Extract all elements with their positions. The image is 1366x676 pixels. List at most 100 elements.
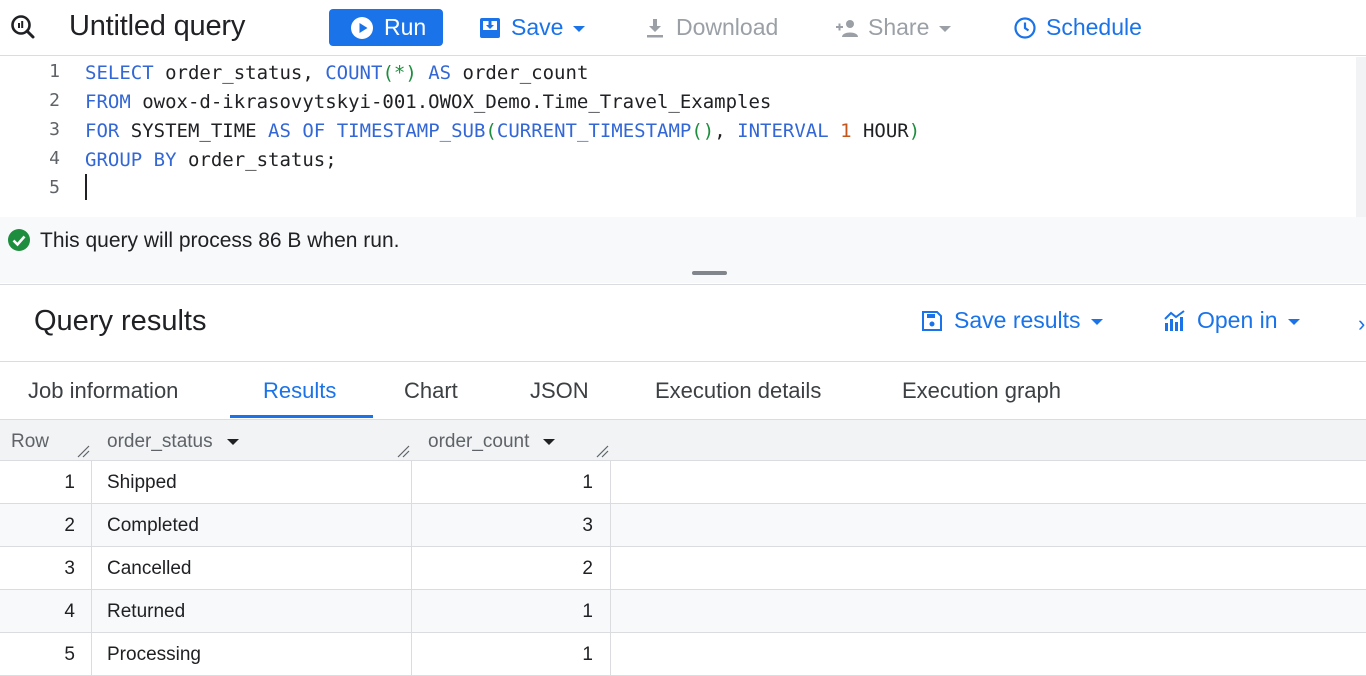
tab-job-information[interactable]: Job information <box>28 378 178 404</box>
bigquery-logo-icon <box>11 15 35 39</box>
save-results-button[interactable]: Save results <box>920 307 1103 334</box>
sort-dropdown-icon[interactable] <box>543 438 556 445</box>
column-resize-icon[interactable] <box>76 444 90 458</box>
results-header: Query results Save results Open in › <box>0 284 1366 362</box>
line-number: 3 <box>49 119 60 140</box>
sql-number: 1 <box>840 120 852 142</box>
cell-order-count: 1 <box>582 601 593 622</box>
sql-editor[interactable]: 1 2 3 4 5 SELECT order_status, COUNT(*) AS o… <box>0 57 1366 217</box>
tab-chart[interactable]: Chart <box>404 378 458 404</box>
sql-text: HOUR <box>851 120 909 142</box>
code-line: FROM owox-d-ikrasovytskyi-001.OWOX_Demo.… <box>85 91 771 113</box>
validation-message: This query will process 86 B when run. <box>40 229 400 252</box>
cell-order-count: 1 <box>582 644 593 665</box>
table-header: Row order_status order_count <box>0 420 1366 461</box>
sort-dropdown-icon[interactable] <box>226 438 239 445</box>
run-button[interactable]: Run <box>329 9 443 46</box>
line-number: 1 <box>49 61 60 82</box>
sql-keyword: AS OF <box>268 120 326 142</box>
line-number: 4 <box>49 148 60 169</box>
chart-icon <box>1164 309 1185 331</box>
row-number: 1 <box>64 472 75 493</box>
results-tabs: Job information Results Chart JSON Execu… <box>0 362 1366 420</box>
save-icon <box>922 310 942 331</box>
column-resize-icon[interactable] <box>396 444 410 458</box>
play-circle-icon <box>351 17 373 39</box>
row-number: 4 <box>64 601 75 622</box>
resize-handle[interactable] <box>692 271 727 275</box>
overflow-chevron-icon[interactable]: › <box>1358 311 1366 336</box>
sql-keyword: INTERVAL <box>737 120 829 142</box>
query-title[interactable]: Untitled query <box>69 10 245 43</box>
cell-order-status: Completed <box>107 515 199 536</box>
table-row: 3 Cancelled 2 <box>0 547 1366 590</box>
save-results-label: Save results <box>954 307 1081 333</box>
share-label: Share <box>868 14 930 40</box>
download-label: Download <box>676 14 779 40</box>
person-add-icon <box>836 19 858 37</box>
row-number: 3 <box>64 558 75 579</box>
results-title: Query results <box>34 305 207 337</box>
chevron-down-icon <box>1090 318 1103 325</box>
sql-text: SYSTEM_TIME <box>119 120 269 142</box>
sql-keyword: SELECT <box>85 62 154 84</box>
line-number: 5 <box>49 177 60 198</box>
column-resize-icon[interactable] <box>595 444 609 458</box>
cell-order-status: Shipped <box>107 472 177 493</box>
header-order-status-label: order_status <box>107 431 213 452</box>
download-icon <box>647 18 663 37</box>
sql-punctuation: ( <box>485 120 497 142</box>
save-label: Save <box>511 14 564 40</box>
sql-keyword: TIMESTAMP_SUB <box>336 120 486 142</box>
tab-execution-details[interactable]: Execution details <box>655 378 821 404</box>
sql-keyword: FOR <box>85 120 120 142</box>
save-button[interactable]: Save <box>478 9 586 46</box>
row-number: 2 <box>64 515 75 536</box>
chevron-down-icon <box>1287 318 1300 325</box>
text-cursor <box>85 174 87 200</box>
sql-keyword: AS <box>428 62 452 84</box>
clock-icon <box>1014 16 1036 39</box>
sql-keyword: FROM <box>85 91 131 113</box>
cell-order-count: 3 <box>582 515 593 536</box>
header-row: Row <box>11 431 50 452</box>
sql-keyword: GROUP BY <box>85 149 177 171</box>
share-button[interactable]: Share <box>835 9 952 46</box>
cell-order-count: 1 <box>582 472 593 493</box>
tab-json[interactable]: JSON <box>530 378 589 404</box>
sql-text: order_status; <box>176 149 337 171</box>
chevron-down-icon <box>573 25 586 32</box>
header-order-count[interactable]: order_count <box>428 431 556 453</box>
schedule-button[interactable]: Schedule <box>1013 9 1142 46</box>
tab-execution-graph[interactable]: Execution graph <box>902 378 1061 404</box>
sql-text: order_count <box>451 62 589 84</box>
sql-punctuation: (*) <box>382 62 417 84</box>
code-line: FOR SYSTEM_TIME AS OF TIMESTAMP_SUB(CURR… <box>85 120 920 142</box>
active-tab-indicator <box>230 415 373 418</box>
sql-text: owox-d-ikrasovytskyi-001.OWOX_Demo.Time_… <box>130 91 772 113</box>
schedule-label: Schedule <box>1046 14 1142 40</box>
save-icon <box>480 17 500 38</box>
code-line: SELECT order_status, COUNT(*) AS order_c… <box>85 62 588 84</box>
sql-punctuation: () <box>691 120 715 142</box>
sql-keyword: CURRENT_TIMESTAMP <box>496 120 692 142</box>
header-order-status[interactable]: order_status <box>107 431 239 453</box>
cell-order-status: Returned <box>107 601 186 622</box>
header-order-count-label: order_count <box>428 431 530 452</box>
query-validation-bar: This query will process 86 B when run. <box>0 217 1366 283</box>
sql-punctuation: ) <box>908 120 921 142</box>
cell-order-status: Processing <box>107 644 201 665</box>
open-in-label: Open in <box>1197 307 1278 333</box>
table-row: 1 Shipped 1 <box>0 461 1366 504</box>
query-toolbar: Untitled query Run Save Download Share S… <box>0 0 1366 56</box>
cell-order-count: 2 <box>582 558 593 579</box>
editor-scrollbar[interactable] <box>1356 57 1366 217</box>
table-row: 4 Returned 1 <box>0 590 1366 633</box>
open-in-button[interactable]: Open in <box>1163 307 1300 334</box>
sql-text: order_status, <box>153 62 326 84</box>
download-button[interactable]: Download <box>643 9 778 46</box>
tab-results[interactable]: Results <box>263 378 336 404</box>
row-number: 5 <box>64 644 75 665</box>
